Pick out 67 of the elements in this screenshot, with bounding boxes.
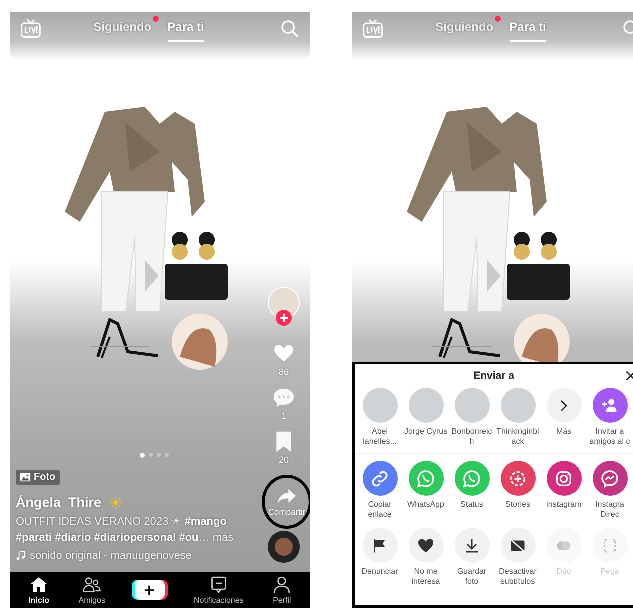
contact-item[interactable]: Thinkinginblack: [495, 388, 541, 447]
sun-icon: [110, 496, 122, 508]
home-icon: [30, 576, 48, 594]
link-icon: [370, 468, 390, 488]
sheet-title: Enviar a: [474, 370, 514, 382]
nav-tab[interactable]: Inicio: [28, 576, 50, 604]
live-tv-icon[interactable]: [362, 18, 384, 40]
search-icon[interactable]: [280, 18, 300, 38]
clutch-bag-drawing: [507, 264, 570, 300]
contact-avatar: [500, 388, 536, 423]
earring-icon: [541, 232, 557, 260]
nav-tab[interactable]: Notificaciones: [194, 576, 244, 604]
contact-avatar: [362, 388, 398, 423]
inbox-icon: [210, 576, 228, 594]
comment-icon[interactable]: [272, 387, 296, 409]
image-icon: [20, 472, 31, 483]
friends-icon: [83, 576, 102, 594]
invite-friends-button[interactable]: Invitar a amigos al c: [587, 388, 633, 447]
post-caption: OUTFIT IDEAS VERANO 2023 ☀ #mango #parati #diario #diariopersonal #ou… más: [16, 515, 235, 546]
contact-avatar: [408, 388, 444, 423]
sandal-drawing: [90, 318, 158, 358]
plus-icon: [144, 584, 156, 596]
photo-badge: Foto: [16, 470, 60, 485]
action-count: 1: [281, 411, 286, 421]
share-app-button[interactable]: Instagram: [541, 461, 587, 520]
add-person-icon: [601, 396, 619, 414]
contact-item[interactable]: Abel lanelles...: [357, 388, 403, 447]
contact-item[interactable]: Jorge Cyrus: [403, 388, 449, 447]
chevron-right-icon: [559, 398, 569, 414]
chat-phone-icon: [462, 468, 482, 488]
share-app-button[interactable]: Stories: [495, 461, 541, 520]
chat-bolt-icon: [600, 468, 620, 488]
nav-tab[interactable]: Perfil: [273, 576, 292, 604]
earring-icon: [172, 232, 188, 260]
share-app-button[interactable]: Copiar enlace: [357, 461, 403, 520]
earring-icon: [514, 232, 530, 260]
share-app-button[interactable]: WhatsApp: [403, 461, 449, 520]
camera-icon: [554, 468, 574, 488]
sound-disc[interactable]: [268, 531, 300, 563]
share-action-button[interactable]: Denunciar: [357, 528, 403, 587]
sticker-drawing: [172, 314, 228, 370]
action-count: 86: [278, 367, 289, 377]
live-tv-icon[interactable]: [20, 18, 42, 40]
share-app-button[interactable]: Instagra Direc: [587, 461, 633, 520]
play-icon: [487, 260, 501, 292]
profile-icon: [273, 576, 292, 594]
share-arrow-icon: [275, 487, 299, 507]
stitch-icon: [601, 536, 619, 554]
nav-tab[interactable]: Amigos: [78, 576, 106, 604]
share-action-button[interactable]: Guardar foto: [449, 528, 495, 587]
download-icon: [463, 536, 481, 554]
contact-avatar: [454, 388, 490, 423]
share-app-button[interactable]: Status: [449, 461, 495, 520]
sandal-drawing: [432, 318, 500, 358]
follow-plus-icon[interactable]: [276, 310, 292, 326]
create-button[interactable]: [134, 580, 165, 600]
earring-icon: [199, 232, 215, 260]
chat-phone-icon: [416, 468, 436, 488]
action-count: 20: [278, 455, 289, 465]
share-action-button[interactable]: Desactivar subtítulos: [495, 528, 541, 587]
music-note-icon: [16, 551, 26, 561]
more-contacts-button[interactable]: Más: [541, 388, 587, 447]
clutch-bag-drawing: [165, 264, 228, 300]
play-icon: [145, 260, 159, 292]
share-action-button[interactable]: No me interesa: [403, 528, 449, 587]
contact-item[interactable]: Bonbonreich: [449, 388, 495, 447]
add-story-icon: [508, 468, 528, 488]
